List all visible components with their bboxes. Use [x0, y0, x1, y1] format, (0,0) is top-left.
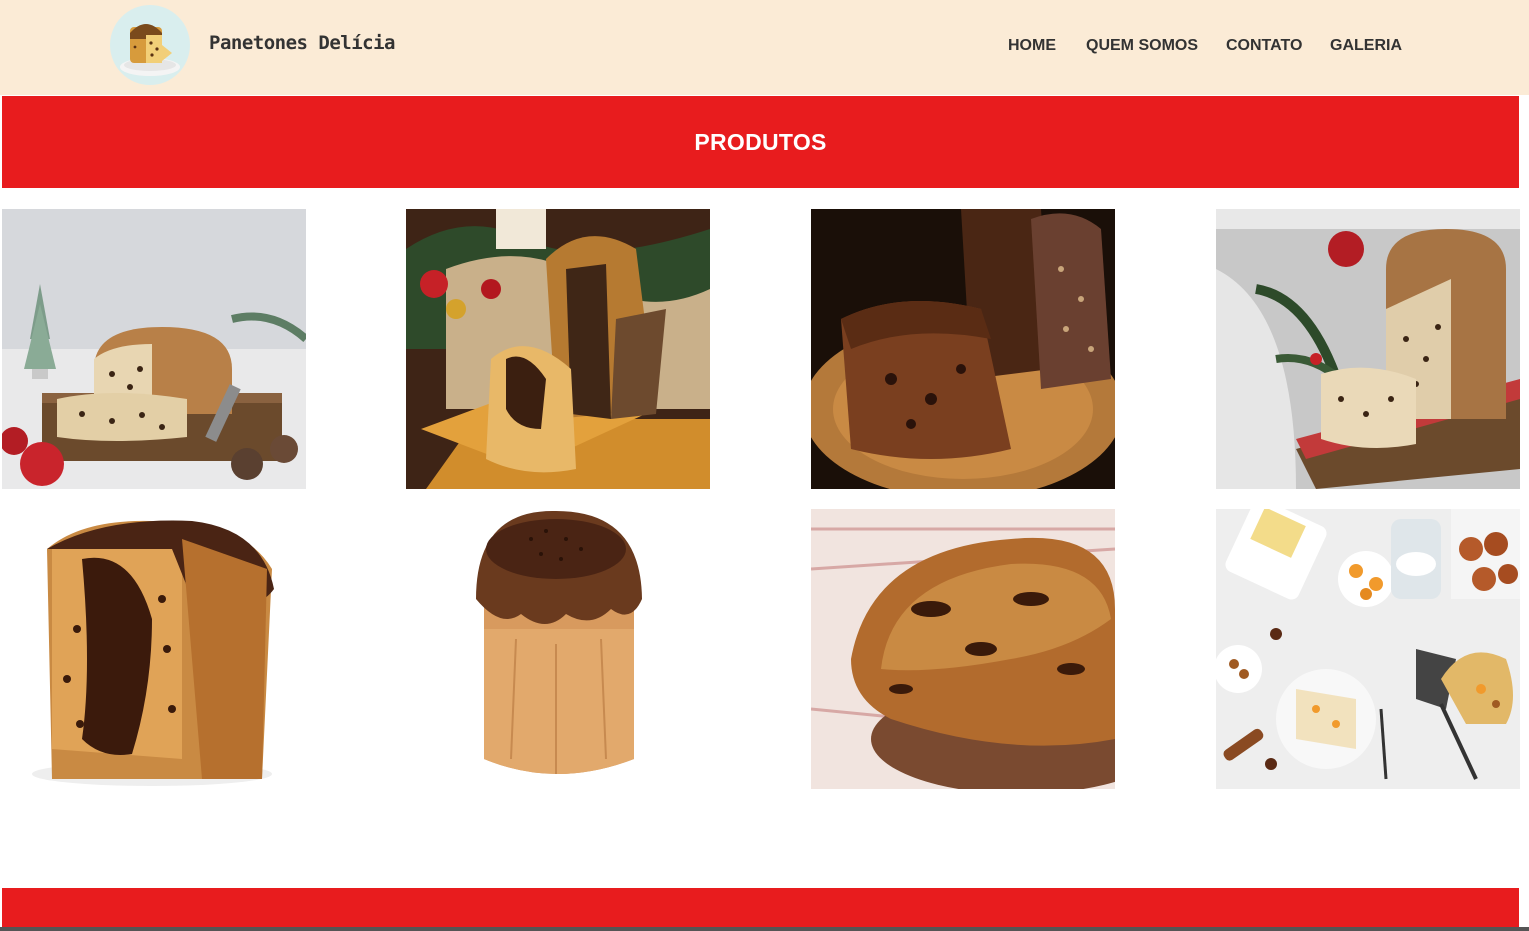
product-image-7[interactable] — [811, 509, 1115, 789]
product-image-6[interactable] — [406, 509, 710, 789]
product-image-4[interactable] — [1216, 209, 1520, 489]
nav-contato-link[interactable]: CONTATO — [1226, 37, 1302, 55]
bottom-scroll-edge — [0, 927, 1529, 931]
main-nav: HOME QUEM SOMOS CONTATO GALERIA — [0, 37, 1529, 57]
nav-quem-somos-link[interactable]: QUEM SOMOS — [1086, 37, 1198, 55]
product-image-8[interactable] — [1216, 509, 1520, 789]
nav-home-link[interactable]: HOME — [1008, 37, 1056, 55]
site-header: Panetones Delícia HOME QUEM SOMOS CONTAT… — [0, 0, 1529, 95]
section-title: PRODUTOS — [694, 129, 827, 155]
product-image-2[interactable] — [406, 209, 710, 489]
produtos-banner: PRODUTOS — [2, 96, 1519, 188]
site-footer — [2, 888, 1519, 931]
product-image-1[interactable] — [2, 209, 306, 489]
product-image-3[interactable] — [811, 209, 1115, 489]
nav-galeria-link[interactable]: GALERIA — [1330, 37, 1402, 55]
product-image-5[interactable] — [2, 509, 306, 789]
